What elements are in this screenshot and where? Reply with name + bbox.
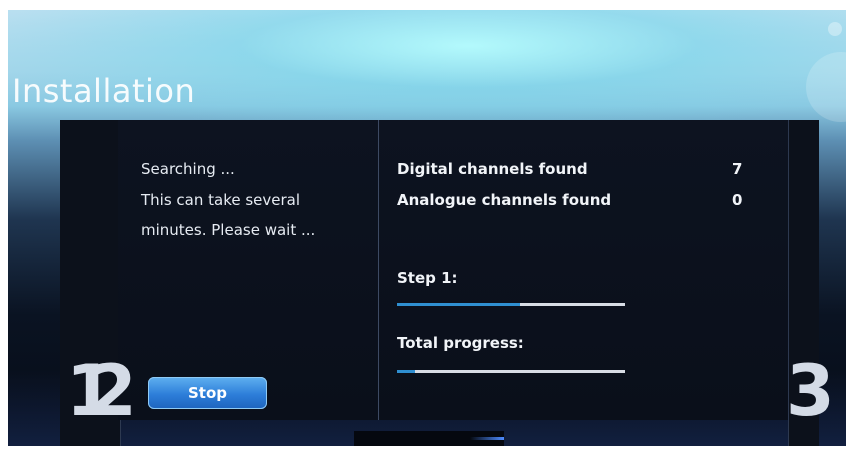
digital-channels-label: Digital channels found xyxy=(397,160,588,178)
analogue-channels-count: 0 xyxy=(732,191,743,209)
step-progress-bar xyxy=(397,303,625,306)
background-glow xyxy=(8,10,846,130)
installation-dialog: Searching ... This can take several minu… xyxy=(118,120,788,420)
analogue-channels-label: Analogue channels found xyxy=(397,191,612,209)
decorative-bubble xyxy=(828,22,842,36)
total-progress-bar xyxy=(397,370,625,373)
step-progress-fill xyxy=(397,303,520,306)
wait-message-line2: minutes. Please wait ... xyxy=(141,221,316,239)
step-number-2: 2 xyxy=(88,350,137,432)
step-number-3: 3 xyxy=(786,350,835,432)
tv-screen: Installation Searching ... This can take… xyxy=(8,10,846,446)
total-progress-label: Total progress: xyxy=(397,334,524,352)
step-progress-label: Step 1: xyxy=(397,269,458,287)
total-progress-fill xyxy=(397,370,415,373)
wait-message-line1: This can take several xyxy=(141,191,301,209)
searching-status: Searching ... xyxy=(141,160,235,178)
stop-button[interactable]: Stop xyxy=(148,377,267,409)
page-title: Installation xyxy=(12,72,196,110)
bottom-indicator-glow xyxy=(470,437,504,440)
digital-channels-count: 7 xyxy=(732,160,743,178)
dialog-divider xyxy=(378,120,379,420)
